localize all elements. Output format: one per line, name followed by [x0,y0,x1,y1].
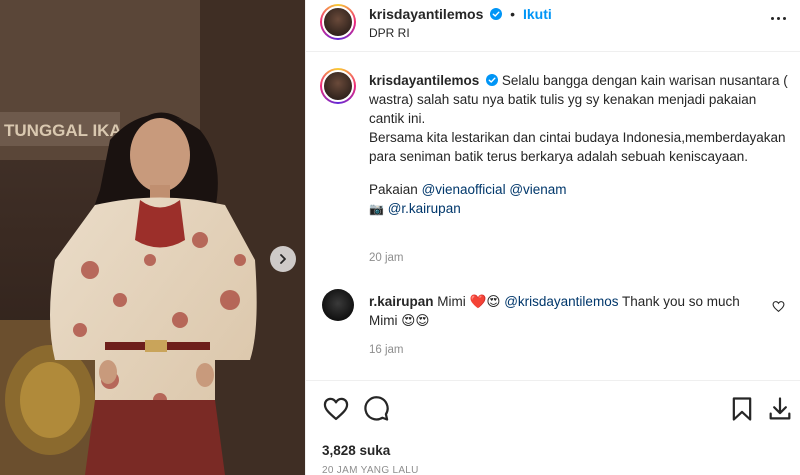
post-detail-panel: krisdayantilemos • Ikuti DPR RI krisdaya… [305,0,800,475]
next-image-button[interactable] [270,246,296,272]
comment-text-1: Mimi [437,294,470,309]
separator-dot: • [510,6,516,22]
location-link[interactable]: DPR RI [369,26,410,40]
caption-text-2: Bersama kita lestarikan dan cintai buday… [369,130,786,164]
verified-badge-icon [486,74,499,86]
comment: r.kairupan Mimi ❤️😍 @krisdayantilemos Th… [369,292,769,330]
posted-time: 20 JAM YANG LALU [322,465,419,475]
chevron-right-icon [280,254,286,264]
mention-link[interactable]: @r.kairupan [388,201,461,216]
author-line: krisdayantilemos • Ikuti [369,6,552,22]
author-avatar[interactable] [320,4,356,40]
comment-timestamp: 16 jam [369,344,404,356]
bookmark-icon[interactable] [728,395,756,423]
comment-mention[interactable]: @krisdayantilemos [504,294,618,309]
caption-avatar[interactable] [320,68,356,104]
mention-link[interactable]: @vienaofficial [422,182,506,197]
more-icon [770,16,774,20]
comment-emoji-1: ❤️😍 [469,294,501,309]
caption-username[interactable]: krisdayantilemos [369,73,479,88]
post-image[interactable]: TUNGGAL IKA [0,0,305,475]
caption-timestamp[interactable]: 20 jam [369,252,404,264]
commenter-avatar[interactable] [322,289,354,321]
likes-count[interactable]: 3,828 suka [322,443,390,458]
heart-icon[interactable] [322,395,350,423]
follow-button[interactable]: Ikuti [523,6,552,22]
action-bar: 3,828 suka 20 JAM YANG LALU [306,380,800,475]
post-header: krisdayantilemos • Ikuti DPR RI [306,0,800,52]
comment-emoji-2: 😍😍 [401,313,430,328]
camera-icon: 📷 [369,202,384,216]
comment-like-icon[interactable] [772,300,785,313]
post-caption: krisdayantilemos Selalu bangga dengan ka… [369,71,789,219]
background-banner-text: TUNGGAL IKA [4,121,122,140]
download-icon[interactable] [766,395,794,423]
comment-username[interactable]: r.kairupan [369,294,434,309]
photo-scene: TUNGGAL IKA [0,0,305,475]
mention-link[interactable]: @vienam [509,182,566,197]
verified-badge-icon [490,8,503,20]
credits-prefix: Pakaian [369,182,418,197]
more-options-button[interactable] [766,10,790,26]
author-username[interactable]: krisdayantilemos [369,6,483,22]
comment-icon[interactable] [362,395,390,423]
